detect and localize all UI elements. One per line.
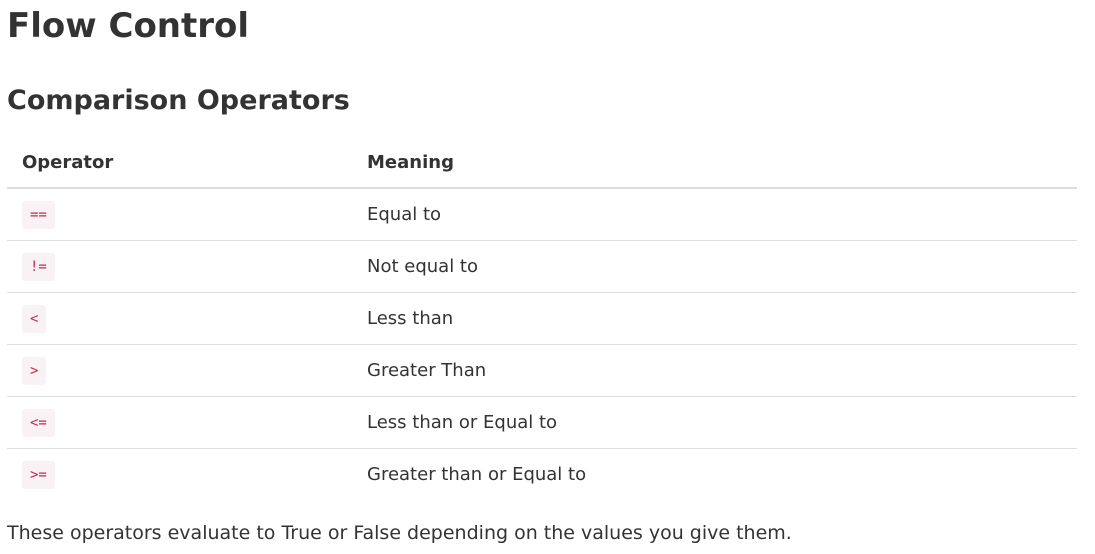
meaning-cell: Greater than or Equal to <box>367 464 587 485</box>
operator-cell: >= <box>7 449 367 501</box>
table-row: == Equal to <box>7 188 1077 241</box>
table-row: <= Less than or Equal to <box>7 396 1077 449</box>
operator-code: != <box>22 252 55 281</box>
meaning-cell: Less than or Equal to <box>367 396 1077 449</box>
operators-table: Operator Meaning == Equal to != Not equa… <box>7 138 1077 500</box>
meaning-cell: Less than <box>367 292 1077 345</box>
table-row: != Not equal to <box>7 240 1077 293</box>
operator-code: == <box>22 200 55 229</box>
meaning-cell: Equal to <box>367 188 1077 241</box>
operator-code: <= <box>22 408 55 437</box>
operator-code: >= <box>22 460 55 489</box>
section-title: Comparison Operators <box>7 85 350 116</box>
operator-code: > <box>22 356 47 385</box>
meaning-cell: Not equal to <box>367 240 1077 293</box>
table-row: >= Greater than or Equal to <box>7 449 1077 501</box>
table-row: < Less than <box>7 292 1077 345</box>
table-header-row: Operator Meaning <box>7 138 1077 189</box>
operator-cell: <= <box>7 396 367 449</box>
operator-cell: == <box>7 188 367 241</box>
page-title: Flow Control <box>7 6 250 46</box>
column-header-meaning: Meaning <box>367 138 1077 189</box>
operator-cell: != <box>7 240 367 293</box>
description-paragraph: These operators evaluate to True or Fals… <box>7 522 792 544</box>
meaning-cell: Greater Than <box>367 344 1077 397</box>
operator-code: < <box>22 304 47 333</box>
column-header-operator: Operator <box>7 138 367 189</box>
operator-cell: > <box>7 344 367 397</box>
table-row: > Greater Than <box>7 344 1077 397</box>
operator-cell: < <box>7 292 367 345</box>
